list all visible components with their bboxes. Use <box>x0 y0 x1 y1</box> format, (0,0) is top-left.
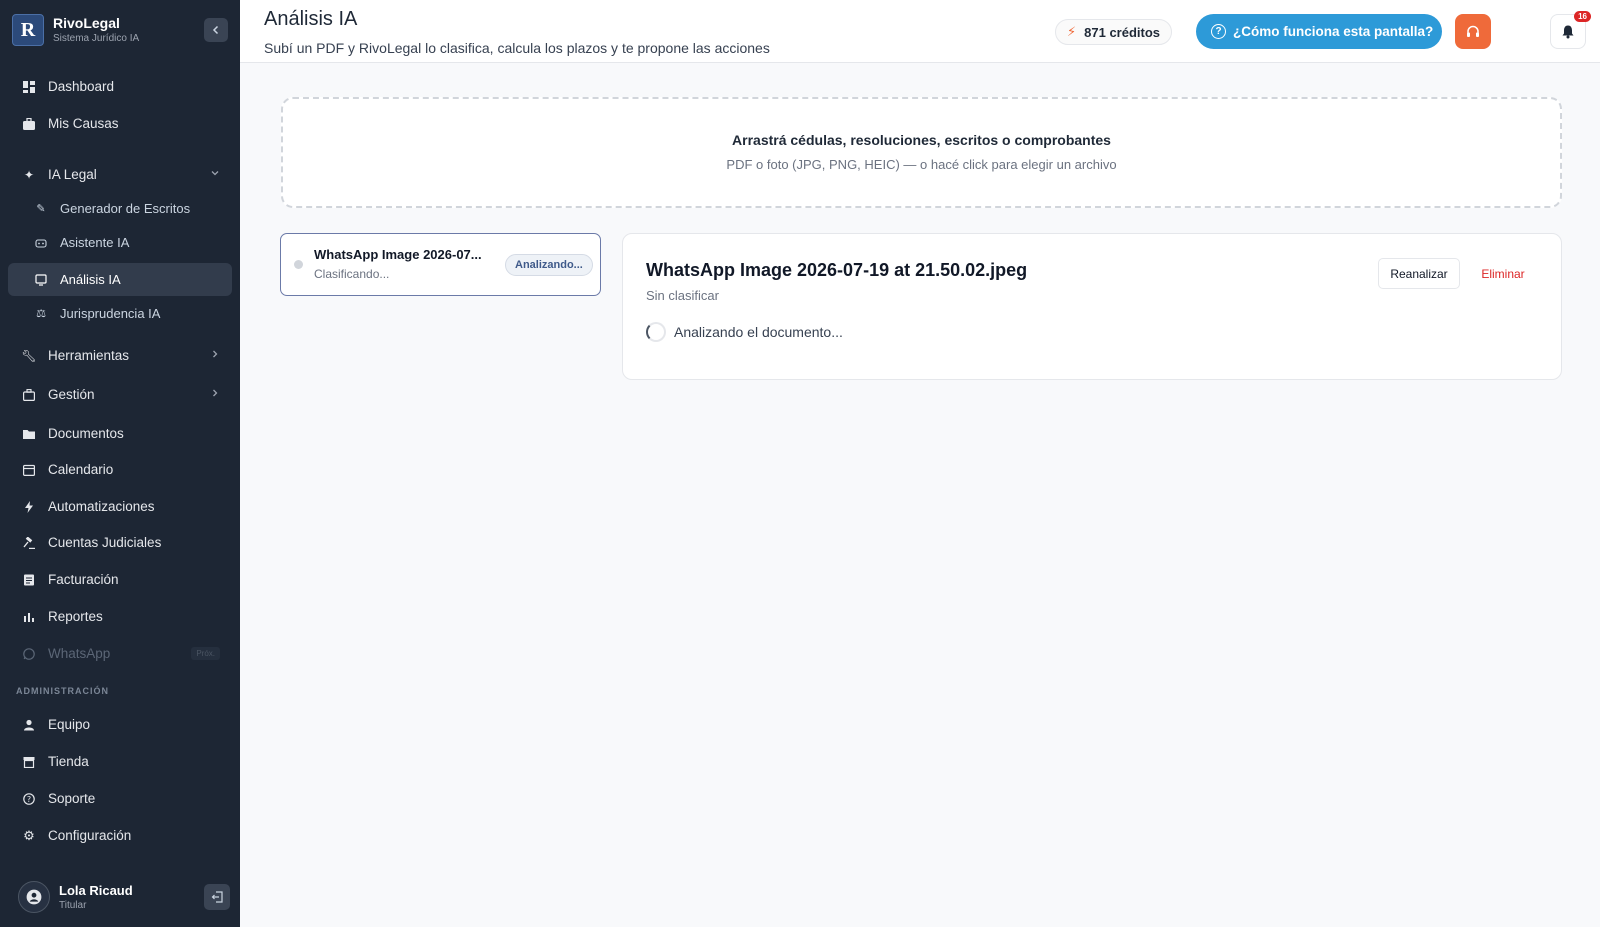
sidebar-item-jurisprudencia-ia[interactable]: ⚖ Jurisprudencia IA <box>8 297 232 330</box>
logout-icon <box>211 891 223 903</box>
whatsapp-icon <box>22 647 36 661</box>
user-name: Lola Ricaud <box>59 883 133 898</box>
user-role: Titular <box>59 900 87 911</box>
sidebar-item-soporte[interactable]: ? Soporte <box>8 782 232 815</box>
user-profile[interactable]: Lola Ricaud Titular <box>18 880 230 914</box>
sidebar-item-generador-escritos[interactable]: ✎ Generador de Escritos <box>8 192 232 225</box>
store-icon <box>22 755 36 769</box>
page-subtitle: Subí un PDF y RivoLegal lo clasifica, ca… <box>264 40 770 56</box>
sidebar-item-documentos[interactable]: Documentos <box>8 417 232 450</box>
chevron-right-icon <box>213 350 218 358</box>
document-title: WhatsApp Image 2026-07-19 at 21.50.02.jp… <box>646 260 1028 280</box>
brand[interactable]: R RivoLegal Sistema Jurídico IA <box>12 14 228 46</box>
brand-logo: R <box>12 14 44 46</box>
help-button[interactable]: ? ¿Cómo funciona esta pantalla? <box>1196 14 1442 49</box>
bar-chart-icon <box>22 610 36 624</box>
headset-icon <box>1467 25 1479 37</box>
top-header: Análisis IA Subí un PDF y RivoLegal lo c… <box>240 0 1600 63</box>
status-dot <box>294 260 303 269</box>
briefcase-outline-icon <box>22 388 36 402</box>
user-icon <box>22 718 36 732</box>
support-button[interactable] <box>1455 14 1491 49</box>
reanalyze-button[interactable]: Reanalizar <box>1378 258 1460 289</box>
sidebar-item-tienda[interactable]: Tienda <box>8 745 232 778</box>
notifications-button[interactable]: 16 <box>1550 11 1591 49</box>
loading-spinner-icon <box>646 322 666 342</box>
help-circle-icon: ? <box>22 792 36 806</box>
sidebar-item-facturacion[interactable]: Facturación <box>8 563 232 596</box>
pen-icon: ✎ <box>36 203 46 215</box>
sidebar-item-gestion[interactable]: Gestión <box>8 378 232 411</box>
sidebar-item-reportes[interactable]: Reportes <box>8 600 232 633</box>
status-badge: Analizando... <box>505 254 593 276</box>
calendar-icon <box>22 463 36 477</box>
brand-name: RivoLegal <box>53 15 120 31</box>
folder-icon <box>22 427 36 441</box>
gavel-icon <box>22 536 36 550</box>
sidebar-item-configuracion[interactable]: ⚙ Configuración <box>8 819 232 852</box>
sidebar-item-automatizaciones[interactable]: Automatizaciones <box>8 490 232 523</box>
sidebar-item-equipo[interactable]: Equipo <box>8 708 232 741</box>
analysis-progress-text: Analizando el documento... <box>674 324 843 340</box>
dashboard-icon <box>22 80 36 94</box>
wrench-icon: 🔧︎ <box>21 348 37 363</box>
brand-subtitle: Sistema Jurídico IA <box>53 33 140 44</box>
dropzone-subtitle: PDF o foto (JPG, PNG, HEIC) — o hacé cli… <box>726 157 1117 172</box>
sidebar-item-whatsapp: WhatsApp Próx. <box>8 637 232 670</box>
avatar <box>18 881 50 913</box>
sidebar-item-herramientas[interactable]: 🔧︎ Herramientas <box>8 339 232 372</box>
monitor-icon <box>34 273 48 287</box>
dropzone-title: Arrastrá cédulas, resoluciones, escritos… <box>732 132 1111 148</box>
gear-icon: ⚙ <box>23 827 35 843</box>
sidebar-item-cuentas-judiciales[interactable]: Cuentas Judiciales <box>8 526 232 559</box>
chevron-right-icon <box>213 389 218 397</box>
chevron-left-icon <box>212 25 219 35</box>
chevron-down-icon <box>211 171 219 176</box>
file-status: Clasificando... <box>314 267 390 281</box>
document-detail-panel: WhatsApp Image 2026-07-19 at 21.50.02.jp… <box>622 233 1562 380</box>
page-title: Análisis IA <box>264 8 358 30</box>
scale-icon: ⚖ <box>36 308 46 320</box>
briefcase-icon <box>22 117 36 131</box>
sidebar-item-dashboard[interactable]: Dashboard <box>8 70 232 103</box>
delete-button[interactable]: Eliminar <box>1471 258 1535 289</box>
question-icon: ? <box>1211 24 1226 39</box>
sparkles-icon: ✦ <box>23 167 35 182</box>
bolt-icon: ⚡︎ <box>1067 24 1077 39</box>
file-list-item[interactable]: WhatsApp Image 2026-07... Clasificando..… <box>280 233 601 296</box>
user-circle-icon <box>26 889 42 905</box>
sidebar-item-calendario[interactable]: Calendario <box>8 453 232 486</box>
file-dropzone[interactable]: Arrastrá cédulas, resoluciones, escritos… <box>281 97 1562 208</box>
robot-icon <box>34 236 48 250</box>
notification-count-badge: 16 <box>1574 11 1591 22</box>
sidebar-item-analisis-ia[interactable]: Análisis IA <box>8 263 232 296</box>
sidebar: R RivoLegal Sistema Jurídico IA Dashboar… <box>0 0 240 927</box>
coming-soon-badge: Próx. <box>191 647 220 660</box>
sidebar-item-asistente-ia[interactable]: Asistente IA <box>8 226 232 259</box>
sidebar-item-ia-legal[interactable]: ✦ IA Legal <box>8 158 232 191</box>
file-name: WhatsApp Image 2026-07... <box>314 247 482 262</box>
credits-label: 871 créditos <box>1084 24 1161 40</box>
logout-button[interactable] <box>204 884 230 910</box>
sidebar-item-mis-causas[interactable]: Mis Causas <box>8 107 232 140</box>
credits-indicator[interactable]: ⚡︎ 871 créditos <box>1055 19 1173 45</box>
svg-text:?: ? <box>27 795 31 804</box>
bell-icon <box>1562 25 1574 39</box>
help-button-label: ¿Cómo funciona esta pantalla? <box>1233 24 1434 39</box>
admin-section-label: ADMINISTRACIÓN <box>16 686 109 696</box>
bolt-icon <box>22 500 36 514</box>
collapse-sidebar-button[interactable] <box>204 18 228 42</box>
document-classification: Sin clasificar <box>646 288 719 303</box>
receipt-icon <box>22 573 36 587</box>
